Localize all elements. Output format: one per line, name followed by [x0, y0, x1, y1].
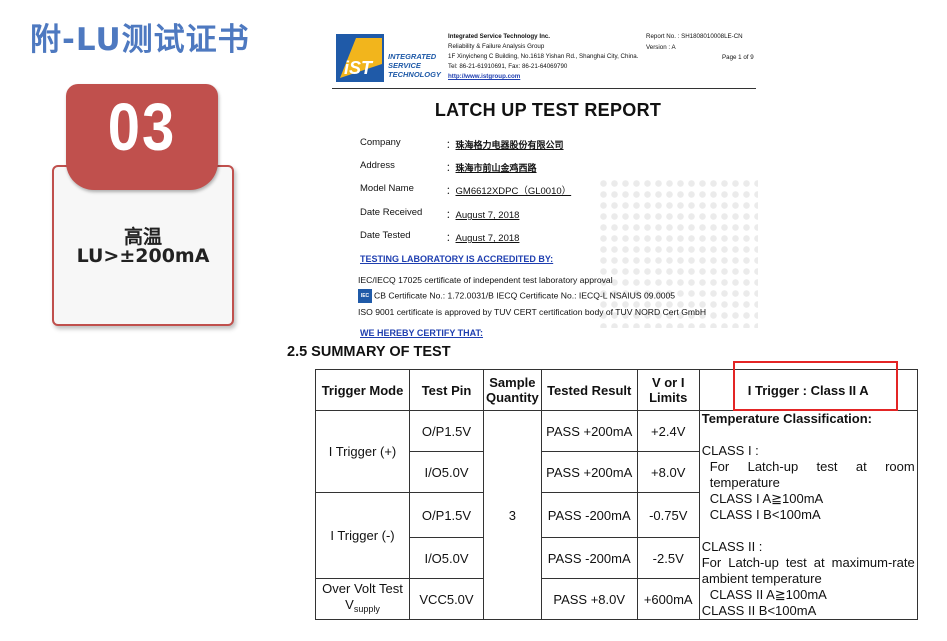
ist-logo-mark: iST — [344, 58, 374, 78]
cell-tested-result: PASS +200mA — [540, 451, 638, 493]
page-indicator: Page 1 of 9 — [722, 54, 754, 61]
field-label-address: Address — [360, 160, 395, 171]
logo-text: INTEGRATED SERVICE TECHNOLOGY — [388, 52, 441, 79]
class-2a: CLASS II A≧100mA — [709, 587, 827, 602]
field-label-model: Model Name — [360, 183, 414, 194]
cell-limit: -2.5V — [636, 537, 700, 579]
field-label-company: Company — [360, 137, 401, 148]
cell-limit: +600mA — [636, 578, 700, 620]
cert-line-3: ISO 9001 certificate is approved by TUV … — [358, 307, 707, 317]
class-1b: CLASS I B<100mA — [709, 507, 821, 522]
company-address: 1F Xinyicheng C Building, No.1618 Yishan… — [448, 53, 639, 60]
cell-trigger-mode: Over Volt Test Vsupply — [315, 578, 410, 620]
cell-test-pin: VCC5.0V — [409, 578, 484, 620]
dot-pattern — [598, 178, 758, 328]
classification-heading: Temperature Classification: — [701, 411, 872, 426]
cell-tested-result: PASS -200mA — [540, 537, 638, 579]
certify-heading: WE HEREBY CERTIFY THAT: — [360, 328, 484, 338]
class-1a: CLASS I A≧100mA — [709, 491, 824, 506]
class-2: CLASS II : — [701, 539, 763, 554]
cell-test-pin: O/P1.5V — [409, 410, 484, 452]
company-name: Integrated Service Technology Inc. — [448, 33, 551, 40]
cell-trigger-mode: I Trigger (+) — [315, 410, 410, 493]
cell-sample-quantity: 3 — [483, 410, 542, 620]
header-v-or-i-limits: V or I Limits — [636, 369, 700, 411]
report-version: Version : A — [646, 43, 676, 51]
cell-limit: -0.75V — [636, 492, 700, 538]
company-dept: Reliability & Failure Analysis Group — [448, 43, 545, 50]
report-title: LATCH UP TEST REPORT — [434, 100, 662, 120]
badge-line-2: LU>±200mA — [76, 245, 210, 267]
header-rule — [332, 88, 756, 89]
cell-tested-result: PASS -200mA — [540, 492, 638, 538]
logo-text-line: SERVICE — [388, 61, 421, 70]
logo-text-line: TECHNOLOGY — [388, 70, 441, 79]
company-block: Integrated Service Technology Inc. Relia… — [448, 32, 638, 82]
cell-tested-result: PASS +8.0V — [540, 578, 638, 620]
cell-test-pin: I/O5.0V — [409, 537, 484, 579]
class-2-desc: For Latch-up test at maximum-rate ambien… — [701, 555, 915, 586]
class-1-desc: For Latch-up test at room temperature — [709, 459, 915, 490]
cell-limit: +2.4V — [636, 410, 700, 452]
company-url-link[interactable]: http://www.istgroup.com — [448, 72, 638, 82]
table-row: I Trigger (+) O/P1.5V 3 PASS +200mA +2.4… — [315, 410, 918, 620]
field-label-date-received: Date Received — [360, 207, 423, 218]
iec-logo-icon: IEC — [358, 289, 372, 303]
field-value-date-received: ：August 7, 2018 — [446, 210, 520, 221]
report-number: Report No. : SH1808010008LE-CN — [646, 33, 743, 40]
class-1: CLASS I : — [701, 443, 759, 458]
cell-classification: Temperature Classification: CLASS I : Fo… — [698, 410, 918, 620]
company-tel: Tel: 86-21-61910691, Fax: 86-21-64069790 — [448, 63, 568, 70]
report-scan: iST INTEGRATED SERVICE TECHNOLOGY Integr… — [330, 28, 758, 344]
cert-line-2: IEC CB Certificate No.: 1.72.0031/B IECQ … — [358, 289, 675, 303]
cell-test-pin: I/O5.0V — [409, 451, 484, 493]
field-value-address: ：珠海市前山金鸡西路 — [446, 163, 537, 174]
class-2b: CLASS II B<100mA — [701, 603, 817, 618]
field-value-company: ：珠海格力电器股份有限公司 — [446, 140, 564, 151]
page-title: 附-LU测试证书 — [30, 22, 250, 58]
ist-logo-icon: iST — [336, 34, 384, 82]
cell-tested-result: PASS +200mA — [540, 410, 638, 452]
field-value-model: ：GM6612XDPC（GL0010） — [446, 186, 572, 197]
badge-number: 03 — [107, 90, 177, 165]
highlight-box — [733, 361, 898, 411]
header-tested-result: Tested Result — [540, 369, 638, 411]
cell-trigger-mode: I Trigger (-) — [315, 492, 410, 579]
accredited-heading: TESTING LABORATORY IS ACCREDITED BY: — [360, 254, 554, 264]
cell-limit: +8.0V — [636, 451, 700, 493]
header-trigger-mode: Trigger Mode — [315, 369, 410, 411]
cert-line-1: IEC/IECQ 17025 certificate of independen… — [358, 275, 613, 285]
report-meta: Report No. : SH1808010008LE-CN Version :… — [646, 32, 743, 53]
logo-text-line: INTEGRATED — [388, 52, 437, 61]
field-label-date-tested: Date Tested — [360, 230, 411, 241]
cell-test-pin: O/P1.5V — [409, 492, 484, 538]
header-sample-quantity: Sample Quantity — [483, 369, 542, 411]
summary-title: 2.5 SUMMARY OF TEST — [287, 344, 451, 360]
header-test-pin: Test Pin — [409, 369, 484, 411]
field-value-date-tested: ：August 7, 2018 — [446, 233, 520, 244]
